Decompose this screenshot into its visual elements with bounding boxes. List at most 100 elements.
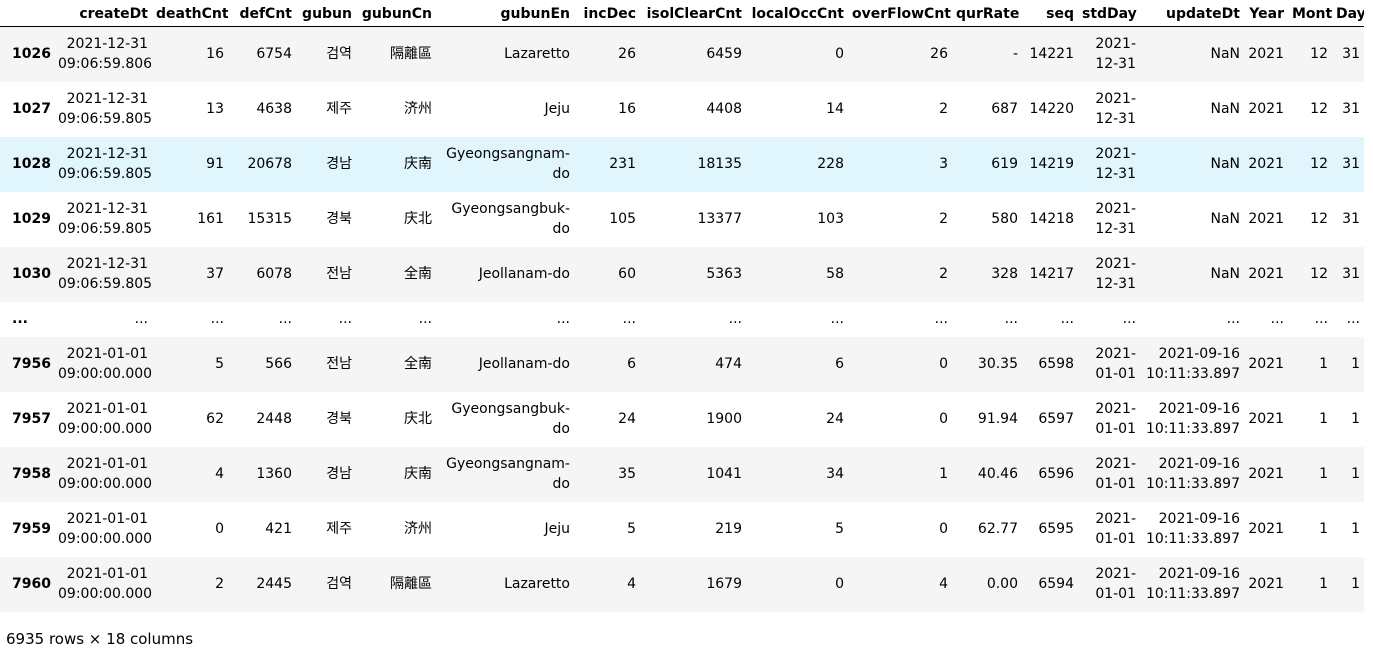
cell-overflowcnt: 0 [939,521,948,537]
cell-gubuncn: ... [418,311,432,327]
table-row: 1030 2021-12-31 09:06:59.805 37 6078 전남 全南 Jeo… [0,246,1364,302]
cell-gubunen: Lazaretto [504,46,570,63]
cell-gubunen: Jeju [544,521,570,537]
cell-gubun: 검역 [326,576,352,592]
cell-isolclearcnt: 5363 [706,266,742,282]
cell-year: 2021 [1248,101,1284,117]
cell-overflowcnt: ... [934,311,948,327]
cell-defcnt: 1360 [256,466,292,482]
cell-isolclearcnt: 474 [715,356,742,372]
cell-gubuncn: 庆北 [404,411,432,427]
cell-gubuncn: 全南 [404,356,432,372]
cell-localocccnt: 6 [835,356,844,372]
cell-gubuncn: 全南 [404,266,432,282]
cell-month: 12 [1310,156,1328,172]
cell-incdec: ... [622,311,636,327]
cell-deathcnt: 91 [206,156,224,172]
cell-localocccnt: 0 [835,46,844,63]
row-index: 1026 [12,46,51,63]
cell-qurrate: 91.94 [977,411,1018,427]
cell-deathcnt: 161 [197,211,224,227]
table-row: 1026 2021-12-31 09:06:59.806 16 6754 검역 隔離區 La… [0,26,1364,82]
column-header-stdday: stdDay [1078,0,1140,27]
cell-month: 12 [1310,46,1328,63]
column-header-seq: seq [1022,0,1078,27]
cell-day: ... [1346,311,1360,327]
cell-month: 12 [1310,211,1328,227]
cell-incdec: 6 [627,356,636,372]
cell-stdday: 2021-12-31 [1095,36,1136,73]
cell-month: 1 [1319,356,1328,372]
cell-overflowcnt: 0 [939,411,948,427]
cell-localocccnt: 24 [826,411,844,427]
cell-month: 12 [1310,101,1328,117]
cell-localocccnt: ... [830,311,844,327]
cell-defcnt: 421 [265,521,292,537]
cell-isolclearcnt: 4408 [706,101,742,117]
dataframe-table: createDt deathCnt defCnt gubun gubunCn gubunE… [0,0,1364,612]
cell-month: 1 [1319,576,1328,592]
cell-createdt: 2021-12-31 09:06:59.805 [58,256,152,292]
column-header-isolclearcnt: isolClearCnt [640,0,746,27]
cell-incdec: 35 [618,466,636,482]
cell-seq: 14218 [1029,211,1074,227]
cell-gubuncn: 隔離區 [390,576,432,592]
cell-month: ... [1314,311,1328,327]
cell-stdday: 2021-01-01 [1095,566,1136,602]
cell-day: 1 [1351,576,1360,592]
cell-stdday: 2021-01-01 [1095,511,1136,547]
column-header-defcnt: defCnt [228,0,296,27]
cell-qurrate: 30.35 [977,356,1018,372]
cell-gubunen: Jeju [544,101,570,117]
column-header-createdt: createDt [54,0,152,27]
cell-updatedt: 2021-09-16 10:11:33.897 [1145,456,1240,492]
row-index: 7958 [12,466,51,482]
cell-defcnt: ... [278,311,292,327]
table-row: 1029 2021-12-31 09:06:59.805 161 15315 경북 庆北 G… [0,191,1364,247]
cell-year: 2021 [1248,576,1284,592]
cell-gubuncn: 济州 [404,521,432,537]
cell-overflowcnt: 26 [930,46,948,63]
cell-stdday: 2021-01-01 [1095,346,1136,382]
cell-isolclearcnt: 18135 [697,156,742,172]
cell-gubun: 전남 [326,356,352,372]
cell-qurrate: 40.46 [977,466,1018,482]
cell-year: ... [1270,311,1284,327]
cell-qurrate: 62.77 [977,521,1018,537]
cell-stdday: 2021-12-31 [1095,91,1136,127]
table-row: 7956 2021-01-01 09:00:00.000 5 566 전남 全南 Jeoll… [0,336,1364,392]
cell-month: 12 [1310,266,1328,282]
dataframe-shape: 6935 rows × 18 columns [6,630,194,648]
cell-createdt: 2021-12-31 09:06:59.805 [58,201,152,237]
cell-month: 1 [1319,466,1328,482]
cell-createdt: 2021-01-01 09:00:00.000 [58,566,152,602]
cell-gubun: ... [338,311,352,327]
cell-updatedt: 2021-09-16 10:11:33.897 [1145,566,1240,602]
cell-stdday: 2021-01-01 [1095,456,1136,492]
cell-year: 2021 [1248,411,1284,427]
column-header-overflowcnt: overFlowCnt [848,0,952,27]
cell-day: 31 [1342,211,1360,227]
table-row: 7958 2021-01-01 09:00:00.000 4 1360 경남 庆南 Gyeo… [0,446,1364,502]
cell-createdt: 2021-12-31 09:06:59.805 [58,146,152,182]
cell-createdt: 2021-01-01 09:00:00.000 [58,346,152,382]
cell-updatedt: NaN [1210,266,1240,282]
cell-deathcnt: 13 [206,101,224,117]
cell-day: 1 [1351,466,1360,482]
cell-gubunen: Jeollanam-do [478,356,570,372]
cell-incdec: 231 [609,156,636,172]
cell-qurrate: 619 [991,156,1018,172]
cell-deathcnt: 2 [215,576,224,592]
cell-year: 2021 [1248,466,1284,482]
cell-updatedt: 2021-09-16 10:11:33.897 [1145,346,1240,382]
cell-qurrate: 580 [991,211,1018,227]
cell-localocccnt: 228 [817,156,844,172]
cell-deathcnt: 37 [206,266,224,282]
cell-createdt: 2021-01-01 09:00:00.000 [58,511,152,547]
cell-incdec: 26 [618,46,636,63]
cell-isolclearcnt: 219 [715,521,742,537]
index-header [0,0,54,27]
cell-seq: 6595 [1038,521,1074,537]
cell-incdec: 60 [618,266,636,282]
cell-gubunen: ... [556,311,570,327]
